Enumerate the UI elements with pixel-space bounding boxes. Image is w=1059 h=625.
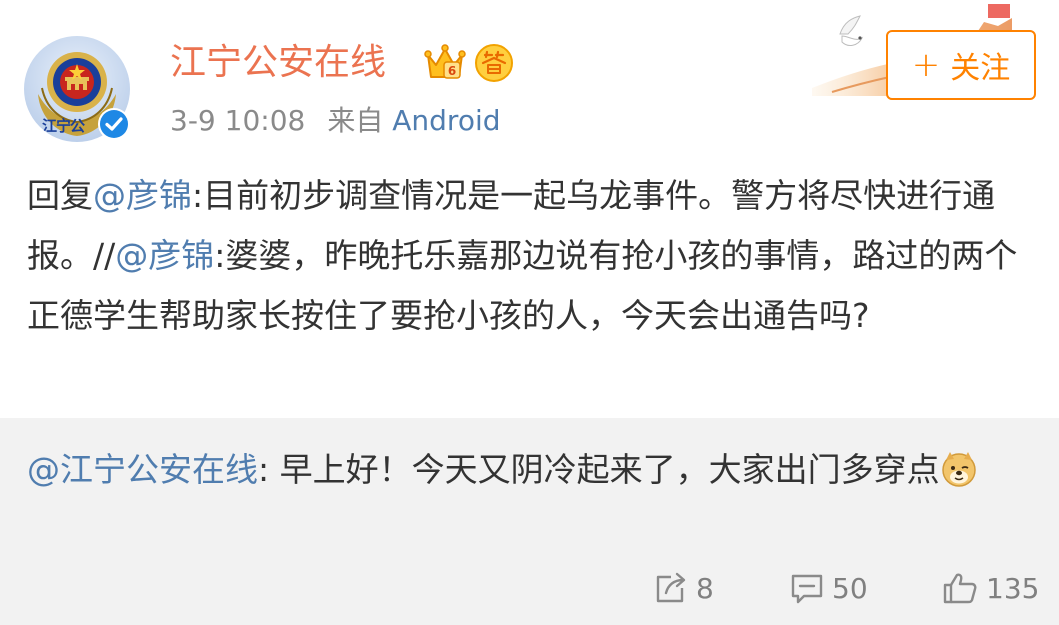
verified-icon	[98, 108, 130, 140]
repost-icon	[656, 572, 686, 603]
quoted-text: @江宁公安在线: 早上好！今天又阴冷起来了，大家出门多穿点	[27, 440, 1032, 500]
reply-prefix: 回复	[27, 176, 93, 215]
mention-link[interactable]: @彦锦	[93, 176, 192, 215]
post-source[interactable]: Android	[392, 104, 500, 137]
quoted-post[interactable]: @江宁公安在线: 早上好！今天又阴冷起来了，大家出门多穿点 8 50 135	[0, 418, 1059, 625]
follow-button[interactable]: + 关注	[886, 30, 1036, 100]
quoted-author-link[interactable]: @江宁公安在线	[27, 450, 258, 489]
plus-icon: +	[911, 45, 941, 85]
weibo-post: 江宁公 江宁公安在线 6 3-9 10:08 来自 Android + 关注 回复…	[0, 0, 1059, 625]
comment-action[interactable]: 50	[790, 568, 868, 608]
like-count: 135	[986, 571, 1040, 605]
answer-badge-icon[interactable]	[474, 43, 514, 83]
source-prefix: 来自	[327, 104, 384, 137]
like-icon	[943, 573, 977, 604]
comment-icon	[791, 574, 823, 604]
post-text: 回复@彦锦:目前初步调查情况是一起乌龙事件。警方将尽快进行通报。//@彦锦:婆婆…	[27, 166, 1037, 346]
avatar-caption: 江宁公	[42, 117, 85, 135]
follow-label: 关注	[950, 51, 1011, 86]
svg-text:6: 6	[448, 64, 456, 78]
repost-action[interactable]: 8	[654, 568, 714, 608]
repost-count: 8	[696, 571, 714, 605]
author-name[interactable]: 江宁公安在线	[170, 40, 386, 86]
doge-emoji-icon	[941, 452, 976, 487]
post-meta: 3-9 10:08 来自 Android	[170, 102, 501, 140]
mention-link[interactable]: @彦锦	[115, 236, 214, 275]
like-action[interactable]: 135	[942, 568, 1039, 608]
comment-count: 50	[832, 571, 868, 605]
post-time: 3-9 10:08	[170, 104, 306, 137]
quoted-body: : 早上好！今天又阴冷起来了，大家出门多穿点	[258, 450, 940, 489]
crown-badge-icon[interactable]: 6	[424, 43, 466, 83]
